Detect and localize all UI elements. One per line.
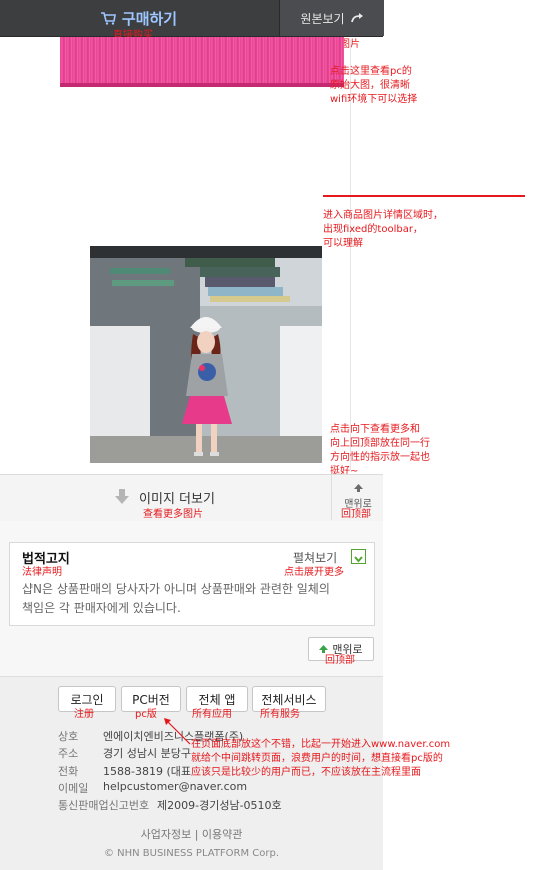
info-value-phone: 1588-3819 (대표 [103, 765, 191, 778]
info-key-email: 이메일 [58, 782, 89, 795]
legal-title: 법적고지 [22, 552, 70, 567]
view-original-label: 원본보기 [300, 11, 345, 26]
info-value-email: helpcustomer@naver.com [103, 780, 248, 793]
annotation-more-top-2: 向上回顶部放在同一行 [330, 438, 430, 449]
up-arrow-icon [353, 484, 363, 492]
info-key-company: 상호 [58, 730, 79, 743]
annotation-back-to-top-1: 回顶部 [341, 509, 371, 520]
annotation-fixed-toolbar-2: 出现fixed的toolbar， [323, 224, 423, 235]
annotation-marker-line [323, 195, 525, 197]
info-key-license: 통신판매업신고번호 [58, 799, 150, 812]
down-arrow-icon [115, 489, 130, 504]
chevron-down-icon [354, 556, 363, 563]
annotation-bottom-comment-1: 在页面底部放这个不错，比起一开始进入www.naver.com [191, 739, 451, 750]
up-arrow-icon [319, 645, 329, 653]
product-photo [90, 246, 322, 463]
legal-text-line2: 책임은 각 판매자에게 있습니다. [22, 601, 181, 615]
view-original-button[interactable]: 원본보기 [279, 0, 384, 36]
annotation-pc-original-3: wifi环境下可以选择 [330, 94, 418, 105]
annotation-fixed-toolbar-3: 可以理解 [323, 238, 363, 249]
legal-expand-button[interactable]: 펼쳐보기 [293, 549, 337, 566]
annotation-bottom-comment-3: 应该只是比较少的用户而已，不应该放在主流程里面 [191, 767, 421, 778]
more-images-label: 이미지 더보기 [139, 491, 215, 507]
cart-icon [100, 11, 116, 25]
legal-text: 샵N은 상품판매의 당사자가 아니며 상품판매와 관련한 일체의 책임은 각 판… [22, 580, 362, 618]
info-value-license: 제2009-경기성남-0510호 [157, 799, 282, 812]
annotation-back-to-top-2: 回顶部 [325, 655, 355, 666]
annotation-more-top-1: 点击向下查看更多和 [330, 424, 420, 435]
info-value-address: 경기 성남시 분당구 [103, 747, 191, 760]
buy-label: 구매하기 [121, 9, 178, 28]
annotation-pc-original-1: 点击这里查看pc的 [330, 66, 412, 77]
annotation-pc-original-2: 原始大图，很清晰 [330, 80, 410, 91]
annotation-pc-version: pc版 [135, 709, 157, 720]
annotation-more-top-3: 方向性的指示放一起也 [330, 452, 430, 463]
annotation-expand-more: 点击展开更多 [284, 567, 344, 578]
copyright: © NHN BUSINESS PLATFORM Corp. [103, 848, 280, 859]
product-image-top [60, 37, 344, 87]
annotation-bottom-comment-2: 就给个中间跳转页面，浪费用户的时间，想直接看pc版的 [191, 753, 443, 764]
annotation-all-services: 所有服务 [260, 709, 300, 720]
annotation-legal-notice: 法律声明 [22, 567, 62, 578]
annotation-view-more-images: 查看更多图片 [143, 509, 203, 520]
share-arrow-icon [350, 13, 363, 23]
annotation-login: 注册 [74, 709, 94, 720]
annotation-arrow [164, 718, 191, 745]
footer-links[interactable]: 사업자정보 | 이용약관 [0, 826, 383, 842]
legal-expand-icon[interactable] [351, 549, 366, 564]
info-key-phone: 전화 [58, 765, 79, 778]
annotation-fixed-toolbar-1: 进入商品图片详情区域时， [323, 210, 443, 221]
legal-text-line1: 샵N은 상품판매의 당사자가 아니며 상품판매와 관련한 일체의 [22, 582, 330, 596]
annotation-all-apps: 所有应用 [192, 709, 232, 720]
info-key-address: 주소 [58, 747, 79, 760]
